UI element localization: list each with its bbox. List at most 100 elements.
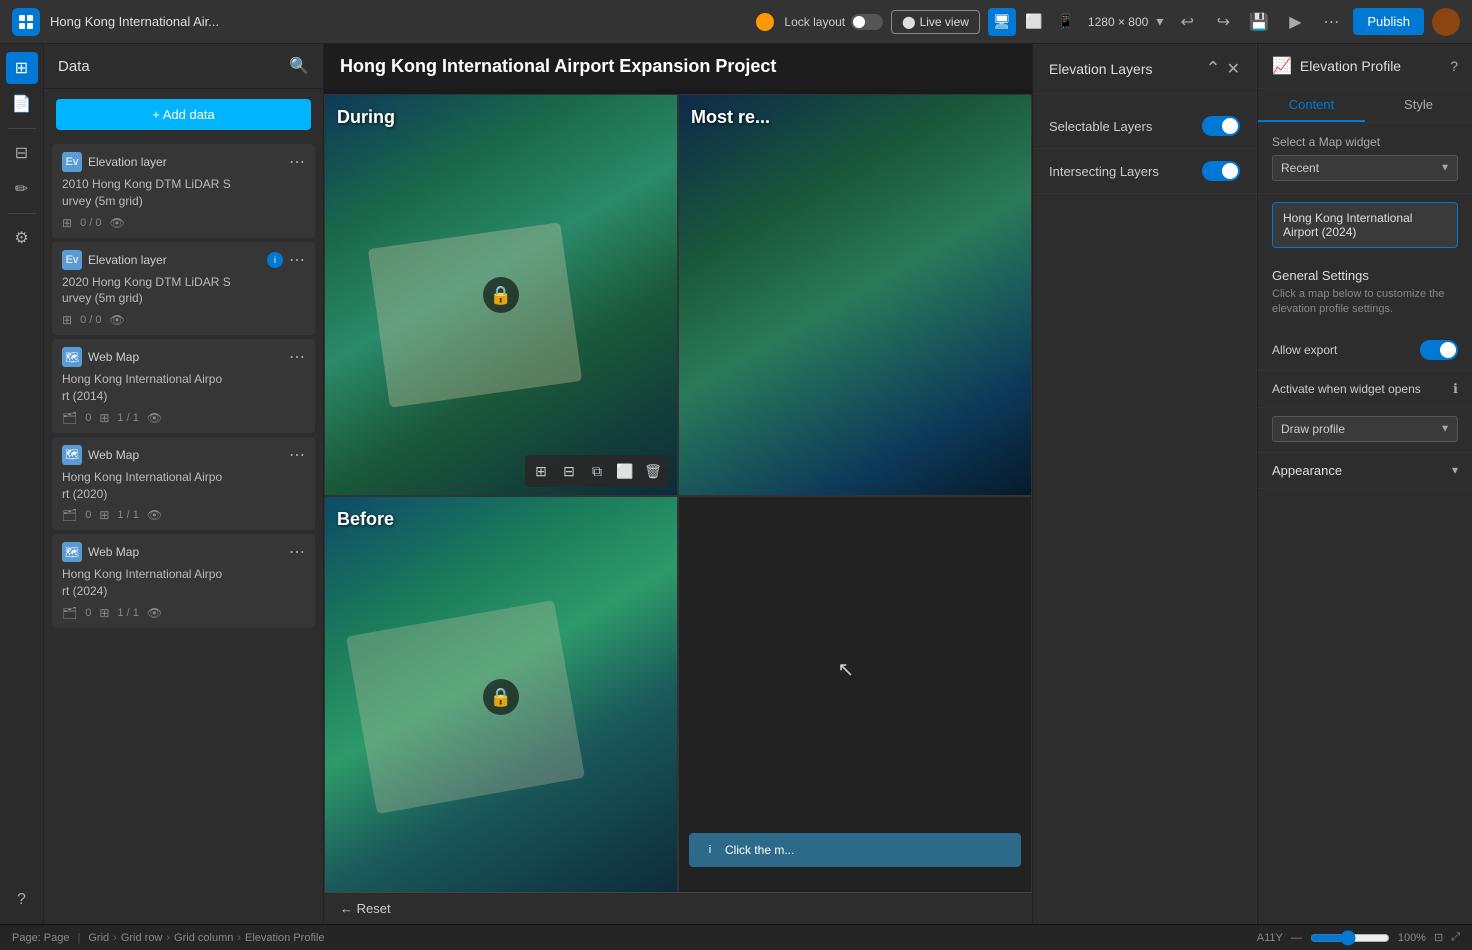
appearance-section-header[interactable]: Appearance ▾ (1258, 453, 1472, 489)
map-icon: 🗺 (62, 347, 82, 367)
reset-label[interactable]: ← Reset (340, 901, 391, 916)
elevation-profile-icon: 📈 (1272, 56, 1292, 76)
breadcrumb-grid[interactable]: Grid (88, 932, 109, 944)
item-type-label: Web Map (88, 350, 283, 364)
collapse-chevron-icon[interactable]: ⌃ (1206, 58, 1221, 79)
selectable-layers-label: Selectable Layers (1049, 119, 1152, 134)
item-meta: 🗂 0 ⊞ 1 / 1 👁 (62, 411, 305, 425)
help-icon[interactable]: ? (1450, 58, 1458, 74)
data-toolbar-button[interactable]: ⊟ (6, 137, 38, 169)
selectable-layers-toggle[interactable] (1202, 116, 1240, 136)
select-map-widget-section: Select a Map widget Recent (1258, 123, 1472, 194)
desktop-device-button[interactable]: 🖥 (988, 8, 1016, 36)
topbar: Hong Kong International Air... Lock layo… (0, 0, 1472, 44)
grid-view-button[interactable]: ⊞ (529, 459, 553, 483)
map-widget-select[interactable]: Recent (1272, 155, 1458, 181)
undo-button[interactable]: ↩ (1173, 8, 1201, 36)
item-more-button[interactable]: ⋯ (289, 347, 305, 367)
map-cell-mostrecent[interactable]: Most re... (678, 94, 1032, 496)
item-name: Hong Kong International Airport (2020) (62, 469, 305, 503)
item-more-button[interactable]: ⋯ (289, 445, 305, 465)
app-logo[interactable] (12, 8, 40, 36)
item-type-label: Elevation layer (88, 253, 261, 267)
tab-style[interactable]: Style (1365, 89, 1472, 122)
zoom-label: 100% (1398, 932, 1426, 944)
page-label: Page: Page (12, 932, 70, 944)
fit-screen-icon[interactable]: ⊡ (1434, 931, 1443, 944)
item-type-label: Web Map (88, 545, 283, 559)
mobile-device-button[interactable]: 📱 (1052, 8, 1080, 36)
item-more-button[interactable]: ⋯ (289, 250, 305, 270)
search-icon[interactable]: 🔍 (289, 56, 309, 76)
item-name: 2020 Hong Kong DTM LiDAR Survey (5m grid… (62, 274, 305, 308)
map-cell-blank[interactable]: i Click the m... ↖ (678, 496, 1032, 898)
lock-layout-label: Lock layout (784, 15, 845, 29)
close-panel-button[interactable]: ✕ (1227, 59, 1240, 79)
settings-toolbar-button[interactable]: ⚙ (6, 222, 38, 254)
view-icon: 👁 (147, 508, 162, 522)
redo-button[interactable]: ↪ (1209, 8, 1237, 36)
more-options-button[interactable]: ⋯ (1317, 8, 1345, 36)
appearance-label: Appearance (1272, 463, 1342, 478)
item-more-button[interactable]: ⋯ (289, 542, 305, 562)
vertical-toolbar: ⊞ 📄 ⊟ ✏ ⚙ ? (0, 44, 44, 924)
user-avatar[interactable] (1432, 8, 1460, 36)
add-data-button[interactable]: + Add data (56, 99, 311, 130)
tab-content[interactable]: Content (1258, 89, 1365, 122)
live-view-button[interactable]: ⬤ Live view (891, 10, 980, 34)
appearance-chevron-icon: ▾ (1452, 463, 1458, 477)
delete-button[interactable]: 🗑 (641, 459, 665, 483)
item-header: 🗺 Web Map ⋯ (62, 347, 305, 367)
map-cell-before[interactable]: Before 🔒 (324, 496, 678, 898)
map-card[interactable]: Hong Kong International Airport (2024) (1272, 202, 1458, 248)
tablet-device-button[interactable]: ⬜ (1020, 8, 1048, 36)
fullscreen-icon[interactable]: ⤢ (1451, 931, 1460, 944)
expand-button[interactable]: ⬜ (613, 459, 637, 483)
general-settings-title: General Settings (1272, 268, 1458, 283)
split-view-button[interactable]: ⊟ (557, 459, 581, 483)
view-icon: 👁 (109, 313, 124, 327)
map-cell-during[interactable]: During 🔒 ⊞ ⊟ ⧉ ⬜ 🗑 (324, 94, 678, 496)
layer-icon: ⊞ (62, 216, 72, 230)
item-header: Ev Elevation layer i ⋯ (62, 250, 305, 270)
home-toolbar-button[interactable]: ⊞ (6, 52, 38, 84)
zoom-slider[interactable] (1310, 930, 1390, 946)
breadcrumb: Grid › Grid row › Grid column › Elevatio… (88, 932, 324, 944)
copy-button[interactable]: ⧉ (585, 459, 609, 483)
help-toolbar-button[interactable]: ? (6, 884, 38, 916)
right-panel-title: Elevation Profile (1300, 58, 1442, 74)
elevation-profile-panel: 📈 Elevation Profile ? Content Style Sele… (1257, 44, 1472, 924)
item-meta: ⊞ 0 / 0 👁 (62, 216, 305, 230)
publish-button[interactable]: Publish (1353, 8, 1424, 35)
breadcrumb-grid-column[interactable]: Grid column (174, 932, 233, 944)
click-message: i Click the m... (689, 833, 1021, 867)
activate-select[interactable]: Draw profile (1272, 416, 1458, 442)
accessibility-separator: — (1291, 932, 1302, 944)
data-sidebar: Data 🔍 + Add data Ev Elevation layer ⋯ 2… (44, 44, 324, 924)
page-toolbar-button[interactable]: 📄 (6, 88, 38, 120)
elevation-icon: Ev (62, 250, 82, 270)
breadcrumb-grid-row[interactable]: Grid row (121, 932, 163, 944)
canvas-title: Hong Kong International Airport Expansio… (324, 44, 1032, 89)
item-meta: 🗂 0 ⊞ 1 / 1 👁 (62, 508, 305, 522)
resolution-chevron-icon: ▾ (1156, 13, 1163, 30)
main-area: ⊞ 📄 ⊟ ✏ ⚙ ? Data 🔍 + Add data Ev Elevati… (0, 44, 1472, 924)
breadcrumb-elevation-profile[interactable]: Elevation Profile (245, 932, 325, 944)
edit-toolbar-button[interactable]: ✏ (6, 173, 38, 205)
item-badge: i (267, 252, 283, 268)
layers-icon: 🗂 (62, 411, 77, 425)
item-count: 1 / 1 (117, 412, 138, 424)
sidebar-item: Ev Elevation layer i ⋯ 2020 Hong Kong DT… (52, 242, 315, 336)
save-button[interactable]: 💾 (1245, 8, 1273, 36)
activate-label: Activate when widget opens (1272, 382, 1421, 396)
sidebar-item: Ev Elevation layer ⋯ 2010 Hong Kong DTM … (52, 144, 315, 238)
preview-button[interactable]: ▶ (1281, 8, 1309, 36)
item-more-button[interactable]: ⋯ (289, 152, 305, 172)
bottombar: Page: Page | Grid › Grid row › Grid colu… (0, 924, 1472, 950)
intersecting-layers-toggle[interactable] (1202, 161, 1240, 181)
allow-export-toggle[interactable] (1420, 340, 1458, 360)
item-layers: 0 (85, 607, 91, 619)
lock-layout-toggle[interactable] (851, 14, 883, 30)
breadcrumb-arrow: › (237, 932, 241, 944)
activate-dropdown-row: Draw profile (1258, 408, 1472, 453)
